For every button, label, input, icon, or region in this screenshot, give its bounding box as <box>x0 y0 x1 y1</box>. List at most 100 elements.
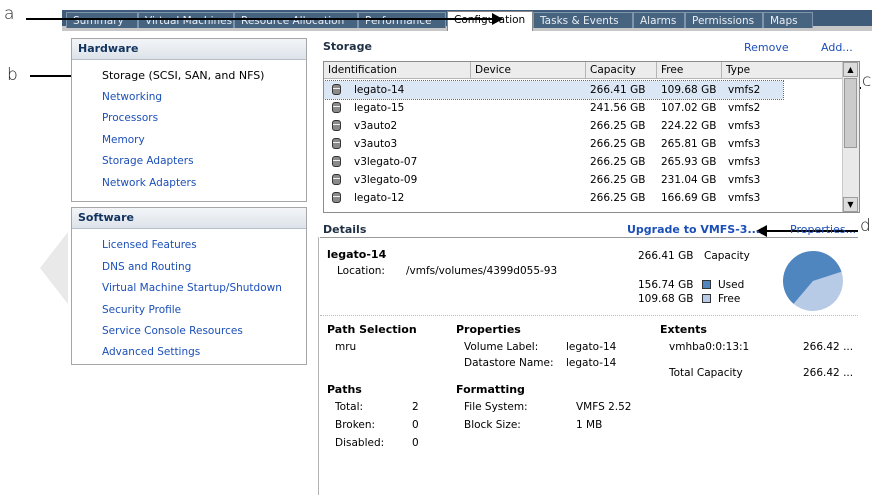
table-row[interactable]: legato-12 266.25 GB 166.69 GB vmfs3 <box>324 189 842 207</box>
table-row[interactable]: v3legato-09 266.25 GB 231.04 GB vmfs3 <box>324 171 842 189</box>
total-capacity-label: Total Capacity <box>669 367 743 379</box>
tab-maps[interactable]: Maps <box>763 12 813 28</box>
tab-summary[interactable]: Summary <box>66 12 138 28</box>
datastore-icon <box>332 102 341 113</box>
row-identification: legato-14 <box>354 84 405 96</box>
scroll-up-icon[interactable]: ▲ <box>843 62 858 77</box>
volume-label-value: legato-14 <box>566 341 617 353</box>
properties-link[interactable]: Properties... <box>790 223 856 236</box>
storage-title: Storage <box>323 40 372 53</box>
hardware-item-storage-adapters[interactable]: Storage Adapters <box>102 155 194 167</box>
tab-tasks-events[interactable]: Tasks & Events <box>533 12 633 28</box>
capacity-label: Capacity <box>704 250 750 262</box>
row-identification: legato-15 <box>354 102 405 114</box>
scroll-thumb[interactable] <box>844 78 857 148</box>
row-free: 265.93 GB <box>661 156 717 168</box>
paths-title: Paths <box>327 383 362 396</box>
datastore-icon <box>332 138 341 149</box>
table-row[interactable]: v3auto3 266.25 GB 265.81 GB vmfs3 <box>324 135 842 153</box>
scroll-down-icon[interactable]: ▼ <box>843 197 858 212</box>
annotation-d: d <box>860 216 871 236</box>
row-identification: legato-12 <box>354 192 405 204</box>
software-item-vm-startup[interactable]: Virtual Machine Startup/Shutdown <box>102 282 282 294</box>
hardware-item-network-adapters[interactable]: Network Adapters <box>102 177 196 189</box>
tab-performance[interactable]: Performance <box>358 12 446 28</box>
software-item-service-console[interactable]: Service Console Resources <box>102 325 243 337</box>
row-type: vmfs3 <box>728 174 761 186</box>
row-capacity: 266.41 GB <box>590 84 646 96</box>
row-capacity: 266.25 GB <box>590 138 646 150</box>
software-item-advanced-settings[interactable]: Advanced Settings <box>102 346 200 358</box>
tab-alarms[interactable]: Alarms <box>633 12 685 28</box>
arrow-a-head <box>492 13 503 25</box>
path-selection-value: mru <box>335 341 357 353</box>
table-row[interactable]: legato-14 266.41 GB 109.68 GB vmfs2 <box>324 80 784 100</box>
column-header-identification[interactable]: Identification <box>324 62 471 79</box>
table-row[interactable]: legato-15 241.56 GB 107.02 GB vmfs2 <box>324 99 842 117</box>
software-item-security-profile[interactable]: Security Profile <box>102 304 181 316</box>
file-system-value: VMFS 2.52 <box>576 401 632 413</box>
column-header-type[interactable]: Type <box>722 62 843 79</box>
free-label: Free <box>718 293 741 305</box>
column-header-device[interactable]: Device <box>471 62 586 79</box>
block-size-label: Block Size: <box>464 419 521 431</box>
annotation-c: c <box>862 71 872 91</box>
capacity-value: 266.41 GB <box>638 250 694 262</box>
datastore-name: legato-14 <box>327 248 387 261</box>
block-size-value: 1 MB <box>576 419 603 431</box>
row-free: 107.02 GB <box>661 102 717 114</box>
upgrade-vmfs-link[interactable]: Upgrade to VMFS-3... <box>627 223 760 236</box>
arrow-a-line <box>26 18 494 20</box>
software-item-dns-routing[interactable]: DNS and Routing <box>102 261 191 273</box>
remove-link[interactable]: Remove <box>744 41 789 54</box>
table-row[interactable]: v3auto2 266.25 GB 224.22 GB vmfs3 <box>324 117 842 135</box>
datastore-icon <box>332 156 341 167</box>
row-free: 166.69 GB <box>661 192 717 204</box>
row-free: 231.04 GB <box>661 174 717 186</box>
hardware-item-networking[interactable]: Networking <box>102 91 162 103</box>
details-title: Details <box>323 223 367 236</box>
location-value: /vmfs/volumes/4399d055-93 <box>406 265 558 277</box>
details-dotted-divider <box>320 315 858 316</box>
datastore-icon <box>332 174 341 185</box>
column-header-capacity[interactable]: Capacity <box>586 62 657 79</box>
software-item-licensed-features[interactable]: Licensed Features <box>102 239 197 251</box>
extent-name: vmhba0:0:13:1 <box>669 341 750 353</box>
row-capacity: 266.25 GB <box>590 192 646 204</box>
hardware-item-storage[interactable]: Storage (SCSI, SAN, and NFS) <box>102 69 264 82</box>
table-row[interactable]: v3legato-07 266.25 GB 265.93 GB vmfs3 <box>324 153 842 171</box>
datastore-name-value: legato-14 <box>566 357 617 369</box>
datastore-name-label: Datastore Name: <box>464 357 554 369</box>
datastore-icon <box>332 192 341 203</box>
table-scrollbar[interactable]: ▲ ▼ <box>842 62 859 212</box>
paths-disabled-value: 0 <box>412 437 419 449</box>
storage-table: Identification Device Capacity Free Type… <box>323 61 860 213</box>
row-type: vmfs3 <box>728 138 761 150</box>
hardware-item-processors[interactable]: Processors <box>102 112 158 124</box>
row-capacity: 266.25 GB <box>590 174 646 186</box>
details-divider <box>320 237 858 238</box>
row-free: 109.68 GB <box>661 84 717 96</box>
paths-broken-label: Broken: <box>335 419 376 431</box>
tab-permissions[interactable]: Permissions <box>685 12 763 28</box>
total-capacity-value: 266.42 ... <box>803 367 854 379</box>
tab-configuration[interactable]: Configuration <box>447 11 533 31</box>
column-header-free[interactable]: Free <box>657 62 722 79</box>
used-label: Used <box>718 279 745 291</box>
tab-resource-allocation[interactable]: Resource Allocation <box>234 12 358 28</box>
add-link[interactable]: Add... <box>821 41 853 54</box>
software-title: Software <box>72 208 306 229</box>
extent-size: 266.42 ... <box>803 341 854 353</box>
annotation-b: b <box>7 65 18 85</box>
row-type: vmfs3 <box>728 156 761 168</box>
file-system-label: File System: <box>464 401 528 413</box>
free-value: 109.68 GB <box>638 293 694 305</box>
path-selection-title: Path Selection <box>327 323 417 336</box>
hardware-item-memory[interactable]: Memory <box>102 134 145 146</box>
paths-broken-value: 0 <box>412 419 419 431</box>
hardware-title: Hardware <box>72 39 306 60</box>
tab-virtual-machines[interactable]: Virtual Machines <box>138 12 234 28</box>
used-legend-icon <box>702 280 711 289</box>
usage-pie-chart <box>783 251 843 311</box>
collapse-chevron-icon[interactable] <box>40 232 68 304</box>
